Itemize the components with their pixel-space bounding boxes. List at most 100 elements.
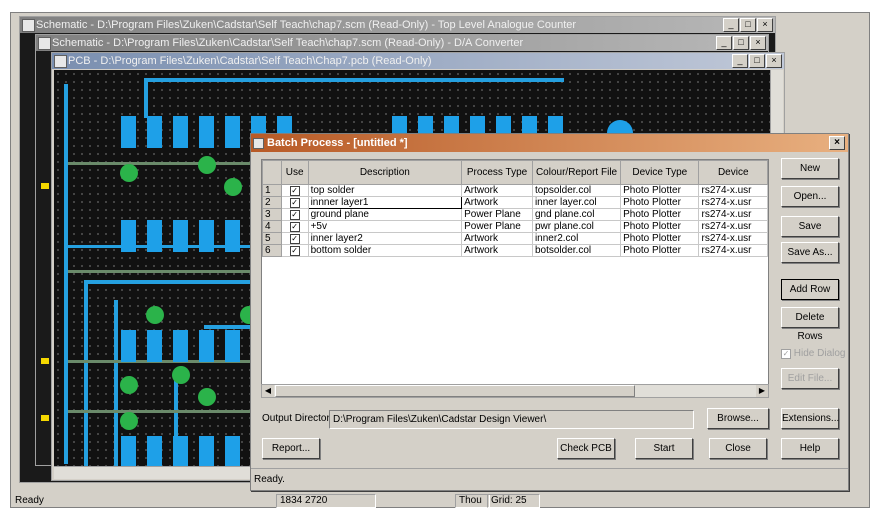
device-type-cell[interactable]: Photo Plotter [620,184,700,197]
schematic-marker [41,415,49,421]
report-button[interactable]: Report... [262,438,320,459]
row-number[interactable]: 2 [262,196,282,209]
table-row[interactable]: 6 ✓ bottom solder Artwork botsolder.col … [262,244,768,257]
column-header-colour-report-file[interactable]: Colour/Report File [531,160,622,185]
device-type-cell[interactable]: Photo Plotter [620,220,700,233]
scroll-left-arrow-icon[interactable]: ◀ [262,385,274,397]
check-pcb-button[interactable]: Check PCB [557,438,615,459]
add-row-button[interactable]: Add Row [781,279,839,300]
row-number[interactable]: 4 [262,220,282,233]
close-button[interactable]: Close [709,438,767,459]
process-type-cell[interactable]: Artwork [461,184,533,197]
use-cell[interactable]: ✓ [280,196,309,209]
device-cell[interactable]: rs274-x.usr [698,208,768,221]
column-header-device-type[interactable]: Device Type [620,160,700,185]
close-button[interactable]: × [750,36,766,50]
maximize-button[interactable]: □ [740,18,756,32]
use-cell[interactable]: ✓ [280,232,309,245]
scroll-thumb[interactable] [275,385,635,397]
hide-dialog-checkbox-box[interactable]: ✓ [781,349,791,359]
save-as-button[interactable]: Save As... [781,242,839,263]
file-cell[interactable]: botsolder.col [531,244,622,257]
description-cell[interactable]: ground plane [307,208,463,221]
process-type-cell[interactable]: Power Plane [461,208,533,221]
delete-rows-button[interactable]: Delete Rows [781,307,839,342]
device-type-cell[interactable]: Photo Plotter [620,208,700,221]
use-checkbox[interactable]: ✓ [289,198,300,208]
new-button[interactable]: New [781,158,839,179]
row-number[interactable]: 6 [262,244,282,257]
row-number[interactable]: 3 [262,208,282,221]
description-cell[interactable]: +5v [307,220,463,233]
description-cell[interactable]: innner layer1 [307,196,463,209]
minimize-button[interactable]: _ [732,54,748,68]
column-header-use[interactable]: Use [280,160,309,185]
table-row[interactable]: 3 ✓ ground plane Power Plane gnd plane.c… [262,208,768,221]
close-button[interactable]: × [766,54,782,68]
minimize-button[interactable]: _ [716,36,732,50]
use-checkbox[interactable]: ✓ [289,234,300,244]
start-button[interactable]: Start [635,438,693,459]
file-cell[interactable]: gnd plane.col [531,208,622,221]
output-directory-field[interactable]: D:\Program Files\Zuken\Cadstar Design Vi… [329,410,694,429]
close-button[interactable]: × [757,18,773,32]
pcb-via [120,164,138,182]
use-checkbox[interactable]: ✓ [289,186,300,196]
description-cell[interactable]: inner layer2 [307,232,463,245]
help-button[interactable]: Help [781,438,839,459]
batch-grid[interactable]: Use Description Process Type Colour/Repo… [261,159,769,395]
use-checkbox[interactable]: ✓ [289,246,300,256]
table-row[interactable]: 4 ✓ +5v Power Plane pwr plane.col Photo … [262,220,768,233]
save-button[interactable]: Save [781,216,839,237]
column-header-description[interactable]: Description [307,160,463,185]
device-type-cell[interactable]: Photo Plotter [620,196,700,209]
use-checkbox[interactable]: ✓ [289,210,300,220]
device-cell[interactable]: rs274-x.usr [698,196,768,209]
maximize-button[interactable]: □ [749,54,765,68]
description-cell[interactable]: top solder [307,184,463,197]
pcb-pad [199,220,214,252]
device-type-cell[interactable]: Photo Plotter [620,232,700,245]
row-number[interactable]: 1 [262,184,282,197]
grid-horizontal-scrollbar[interactable]: ◀ ▶ [261,384,769,398]
pcb-window-title[interactable]: PCB - D:\Program Files\Zuken\Cadstar\Sel… [52,53,784,69]
schematic-window-title[interactable]: Schematic - D:\Program Files\Zuken\Cadst… [20,17,775,33]
process-type-cell[interactable]: Power Plane [461,220,533,233]
browse-button[interactable]: Browse... [707,408,769,429]
column-header-device[interactable]: Device [698,160,768,185]
use-cell[interactable]: ✓ [280,244,309,257]
maximize-button[interactable]: □ [733,36,749,50]
hide-dialog-checkbox[interactable]: ✓ Hide Dialog [781,348,845,359]
table-row[interactable]: 1 ✓ top solder Artwork topsolder.col Pho… [262,184,768,197]
schematic2-window-title[interactable]: Schematic - D:\Program Files\Zuken\Cadst… [36,35,768,51]
extensions-button[interactable]: Extensions... [781,408,839,429]
device-cell[interactable]: rs274-x.usr [698,244,768,257]
device-cell[interactable]: rs274-x.usr [698,232,768,245]
use-cell[interactable]: ✓ [280,220,309,233]
minimize-button[interactable]: _ [723,18,739,32]
device-cell[interactable]: rs274-x.usr [698,220,768,233]
process-type-cell[interactable]: Artwork [461,244,533,257]
open-button[interactable]: Open... [781,186,839,207]
pcb-pad [173,220,188,252]
file-cell[interactable]: inner2.col [531,232,622,245]
use-checkbox[interactable]: ✓ [289,222,300,232]
edit-file-button[interactable]: Edit File... [781,368,839,389]
file-cell[interactable]: pwr plane.col [531,220,622,233]
process-type-cell[interactable]: Artwork [461,232,533,245]
dialog-close-button[interactable]: × [829,136,845,150]
process-type-cell[interactable]: Artwork [461,196,533,209]
device-cell[interactable]: rs274-x.usr [698,184,768,197]
use-cell[interactable]: ✓ [280,184,309,197]
use-cell[interactable]: ✓ [280,208,309,221]
file-cell[interactable]: topsolder.col [531,184,622,197]
file-cell[interactable]: inner layer.col [531,196,622,209]
table-row[interactable]: 5 ✓ inner layer2 Artwork inner2.col Phot… [262,232,768,245]
table-row[interactable]: 2 ✓ innner layer1 Artwork inner layer.co… [262,196,768,209]
row-number[interactable]: 5 [262,232,282,245]
scroll-right-arrow-icon[interactable]: ▶ [756,385,768,397]
description-cell[interactable]: bottom solder [307,244,463,257]
column-header-process-type[interactable]: Process Type [461,160,533,185]
dialog-title-bar[interactable]: Batch Process - [untitled *] × [251,134,848,152]
device-type-cell[interactable]: Photo Plotter [620,244,700,257]
